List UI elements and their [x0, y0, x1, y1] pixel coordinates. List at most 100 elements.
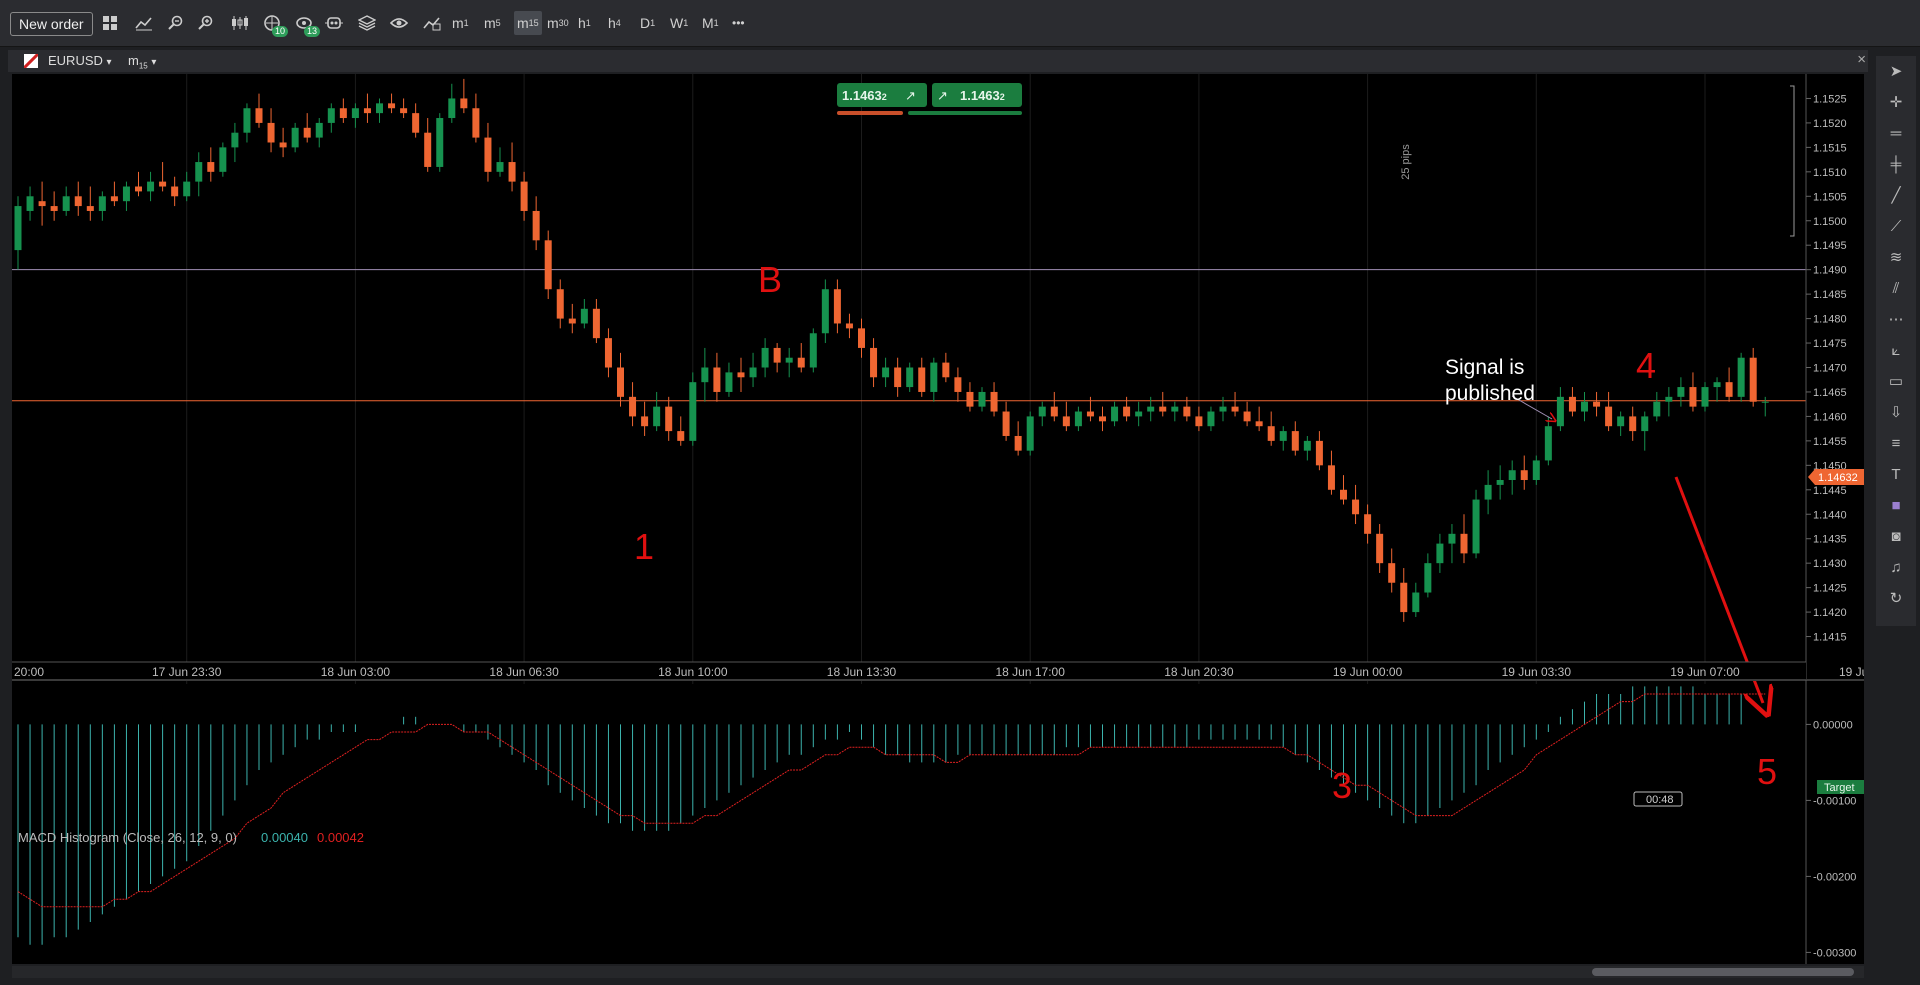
ray-icon[interactable]: ⟋: [1876, 211, 1916, 242]
candle-body: [50, 206, 58, 211]
alert-icon[interactable]: ♫: [1876, 552, 1916, 583]
text-icon[interactable]: T: [1876, 459, 1916, 490]
levels-icon[interactable]: ≡: [1876, 428, 1916, 459]
macd-y-tick-label: -0.00300: [1813, 947, 1856, 959]
news-icon[interactable]: 10: [260, 11, 288, 37]
candle-body: [568, 318, 576, 324]
auto-trading-icon[interactable]: [322, 11, 346, 35]
timeframe-m5[interactable]: m5: [484, 11, 501, 35]
zoom-out-icon[interactable]: [164, 11, 188, 35]
candle-body: [327, 108, 335, 123]
candle-body: [1267, 426, 1275, 441]
timeframe-h4[interactable]: h4: [608, 11, 621, 35]
chart-type-icon[interactable]: [228, 11, 252, 35]
buy-price: 1.14632: [960, 88, 1005, 103]
candle-body: [966, 391, 974, 407]
x-tick-label: 19 Jun 00:00: [1333, 665, 1403, 679]
y-tick-label: 1.1485: [1813, 289, 1847, 301]
candle-body: [1508, 470, 1516, 481]
candle-body: [1147, 406, 1155, 412]
indicators-icon[interactable]: [420, 11, 444, 35]
y-tick-label: 1.1515: [1813, 142, 1847, 154]
candle-body: [725, 372, 733, 392]
more-options-button[interactable]: •••: [732, 11, 745, 35]
layout-icon[interactable]: [98, 11, 122, 35]
crosshair-icon[interactable]: ✛: [1876, 87, 1916, 118]
arrow-down-icon[interactable]: ⇩: [1876, 397, 1916, 428]
candle-body: [1400, 582, 1408, 613]
candle-body: [484, 137, 492, 172]
candle-body: [1412, 592, 1420, 613]
timeframe-d1[interactable]: D1: [640, 11, 655, 35]
new-order-button[interactable]: New order: [10, 12, 93, 36]
candle-body: [833, 289, 841, 324]
candle-body: [1641, 416, 1649, 432]
candle-body: [1352, 499, 1360, 515]
candle-body: [689, 382, 697, 441]
candle-body: [665, 406, 673, 432]
chart-area[interactable]: 1.1525 1.1520 1.1515 1.1510 1.1505 1.1500 1.14…: [12, 74, 1909, 964]
camera-icon[interactable]: ◙: [1876, 521, 1916, 552]
candle-body: [1279, 431, 1287, 441]
replay-icon[interactable]: ↻: [1876, 583, 1916, 614]
fan-icon[interactable]: ⟀: [1876, 335, 1916, 366]
candle-body: [195, 162, 203, 182]
candle-body: [1135, 411, 1143, 417]
timeframe-m15[interactable]: m 15: [514, 11, 542, 35]
candle-body: [1014, 435, 1022, 451]
candle-body: [1111, 406, 1119, 422]
y-tick-label: 1.1455: [1813, 436, 1847, 448]
price-chart[interactable]: 1.1525 1.1520 1.1515 1.1510 1.1505 1.1500 1.14…: [12, 74, 1909, 964]
layers-icon[interactable]: [355, 11, 379, 35]
zoom-in-icon[interactable]: [194, 11, 218, 35]
rectangle-icon[interactable]: ▭: [1876, 366, 1916, 397]
candle-body: [1026, 416, 1034, 451]
scrollbar-thumb[interactable]: [1592, 968, 1854, 976]
buy-arrow-icon: ↗: [937, 88, 948, 103]
timeframe-selector[interactable]: m15 ▾: [128, 53, 156, 71]
timeframe-mn1[interactable]: M1: [702, 11, 719, 35]
candle-body: [580, 308, 588, 324]
candle-body: [532, 210, 540, 241]
symbol-selector[interactable]: EURUSD ▾: [48, 53, 112, 68]
candle-body: [412, 113, 420, 133]
grid-icon[interactable]: ⋯: [1876, 304, 1916, 335]
candle-body: [1472, 499, 1480, 554]
trend-line-icon[interactable]: ╱: [1876, 180, 1916, 211]
timeframe-m1[interactable]: m1: [452, 11, 469, 35]
candle-body: [460, 98, 468, 109]
candle-body: [38, 201, 46, 207]
notifications-icon[interactable]: 13: [292, 11, 320, 37]
sell-price: 1.14632: [842, 88, 887, 103]
candle-body: [797, 357, 805, 368]
timeframe-h1[interactable]: h1: [578, 11, 591, 35]
candle-body: [1581, 401, 1588, 412]
timeframe-w1[interactable]: W1: [670, 11, 688, 35]
horizontal-scrollbar[interactable]: [12, 966, 1864, 978]
channel-icon[interactable]: ⫽: [1876, 273, 1916, 304]
eye-icon[interactable]: [387, 11, 411, 35]
candle-body: [1761, 401, 1769, 403]
x-tick-label: 18 Jun 17:00: [995, 665, 1065, 679]
candle-body: [918, 367, 926, 392]
chart-settings-icon[interactable]: [132, 11, 156, 35]
annotation-label-4: 4: [1636, 345, 1656, 386]
y-tick-label: 1.1425: [1813, 583, 1847, 595]
timeframe-m30[interactable]: m 30: [547, 11, 569, 35]
candle-body: [1002, 411, 1010, 436]
color-swatch-icon[interactable]: ■: [1876, 490, 1916, 521]
fibonacci-icon[interactable]: ≋: [1876, 242, 1916, 273]
horizontal-line-icon[interactable]: ═: [1876, 118, 1916, 149]
top-toolbar: New order 10 13 m1 m5 m 15 m 30 h1 h4 D1 W…: [0, 0, 1920, 47]
candle-body: [1340, 489, 1347, 500]
y-tick-label: 1.1415: [1813, 632, 1847, 644]
y-tick-label: 1.1440: [1813, 509, 1847, 521]
annotation-label-3: 3: [1332, 765, 1352, 806]
candle-body: [1291, 431, 1299, 451]
candle-body: [641, 416, 649, 427]
cursor-icon[interactable]: ➤: [1876, 56, 1916, 87]
candle-body: [472, 108, 480, 138]
close-chart-button[interactable]: ×: [1857, 51, 1866, 68]
x-tick-label: 18 Jun 03:00: [321, 665, 391, 679]
vertical-line-icon[interactable]: ╪: [1876, 149, 1916, 180]
